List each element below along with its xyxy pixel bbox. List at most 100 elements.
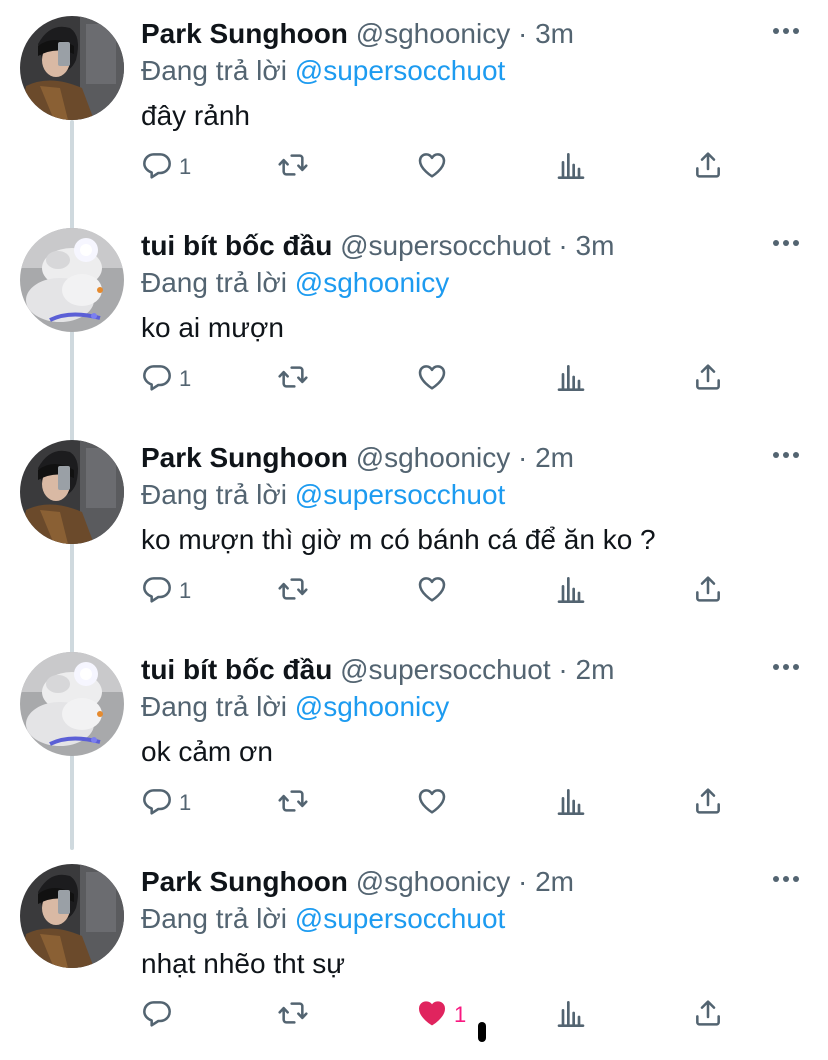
reply-button[interactable] <box>141 993 179 1037</box>
user-handle[interactable]: @sghoonicy <box>356 18 511 49</box>
mention-link[interactable]: @supersocchuot <box>295 479 506 510</box>
heart-icon <box>416 573 448 610</box>
analytics-button[interactable] <box>555 145 587 189</box>
retweet-button[interactable] <box>277 357 315 401</box>
tweet[interactable]: tui bít bốc đầu @supersocchuot · 2m Đang… <box>0 636 828 848</box>
share-button[interactable] <box>692 781 724 825</box>
avatar[interactable] <box>20 440 124 544</box>
tweet-header: Park Sunghoon @sghoonicy · 2m <box>141 439 808 477</box>
heart-icon <box>416 997 448 1034</box>
replying-to: Đang trả lời @supersocchuot <box>141 52 808 90</box>
tweet-actions: 1 <box>141 781 741 825</box>
like-button[interactable] <box>416 569 454 613</box>
separator-dot: · <box>517 866 528 897</box>
replying-to-label: Đang trả lời <box>141 691 287 722</box>
user-handle[interactable]: @sghoonicy <box>356 442 511 473</box>
retweet-icon <box>277 997 309 1034</box>
tweet[interactable]: tui bít bốc đầu @supersocchuot · 3m Đang… <box>0 212 828 424</box>
tweet-actions: 1 <box>141 993 741 1037</box>
retweet-button[interactable] <box>277 993 315 1037</box>
share-button[interactable] <box>692 357 724 401</box>
tweet-actions: 1 <box>141 145 741 189</box>
retweet-button[interactable] <box>277 569 315 613</box>
analytics-icon <box>555 997 587 1034</box>
like-count: 1 <box>454 1002 467 1027</box>
tweet-content: Park Sunghoon @sghoonicy · 2m Đang trả l… <box>141 439 808 560</box>
like-button[interactable] <box>416 781 454 825</box>
separator-dot: · <box>517 442 528 473</box>
reply-button[interactable]: 1 <box>141 357 191 401</box>
tweet[interactable]: Park Sunghoon @sghoonicy · 2m Đang trả l… <box>0 424 828 636</box>
user-handle[interactable]: @sghoonicy <box>356 866 511 897</box>
mention-link[interactable]: @supersocchuot <box>295 55 506 86</box>
analytics-icon <box>555 573 587 610</box>
reply-count: 1 <box>179 154 192 179</box>
reply-icon <box>141 997 173 1034</box>
share-icon <box>692 997 724 1034</box>
share-button[interactable] <box>692 993 724 1037</box>
display-name[interactable]: Park Sunghoon <box>141 866 348 897</box>
share-icon <box>692 361 724 398</box>
retweet-button[interactable] <box>277 145 315 189</box>
analytics-button[interactable] <box>555 357 587 401</box>
mention-link[interactable]: @sghoonicy <box>295 691 450 722</box>
more-icon[interactable] <box>772 23 800 34</box>
heart-icon <box>416 361 448 398</box>
tweet-text: ko ai mượn <box>141 312 284 343</box>
analytics-button[interactable] <box>555 569 587 613</box>
reply-count: 1 <box>179 366 192 391</box>
retweet-icon <box>277 573 309 610</box>
retweet-icon <box>277 149 309 186</box>
replying-to-label: Đang trả lời <box>141 903 287 934</box>
display-name[interactable]: tui bít bốc đầu <box>141 654 332 685</box>
timestamp[interactable]: 2m <box>535 866 574 897</box>
user-handle[interactable]: @supersocchuot <box>340 230 551 261</box>
mention-link[interactable]: @sghoonicy <box>295 267 450 298</box>
avatar[interactable] <box>20 652 124 756</box>
timestamp[interactable]: 3m <box>535 18 574 49</box>
replying-to: Đang trả lời @sghoonicy <box>141 264 808 302</box>
user-handle[interactable]: @supersocchuot <box>340 654 551 685</box>
display-name[interactable]: Park Sunghoon <box>141 442 348 473</box>
more-icon[interactable] <box>772 659 800 670</box>
analytics-icon <box>555 785 587 822</box>
avatar[interactable] <box>20 16 124 120</box>
timestamp[interactable]: 2m <box>576 654 615 685</box>
share-icon <box>692 149 724 186</box>
tweet[interactable]: Park Sunghoon @sghoonicy · 2m Đang trả l… <box>0 848 828 1060</box>
reply-button[interactable]: 1 <box>141 569 191 613</box>
reply-count: 1 <box>179 790 192 815</box>
more-icon[interactable] <box>772 447 800 458</box>
like-button[interactable] <box>416 357 454 401</box>
share-button[interactable] <box>692 145 724 189</box>
retweet-button[interactable] <box>277 781 315 825</box>
timestamp[interactable]: 3m <box>576 230 615 261</box>
reply-button[interactable]: 1 <box>141 145 191 189</box>
timestamp[interactable]: 2m <box>535 442 574 473</box>
tweet-actions: 1 <box>141 357 741 401</box>
reply-button[interactable]: 1 <box>141 781 191 825</box>
avatar[interactable] <box>20 864 124 968</box>
share-icon <box>692 573 724 610</box>
tweet-content: Park Sunghoon @sghoonicy · 3m Đang trả l… <box>141 15 808 136</box>
more-icon[interactable] <box>772 871 800 882</box>
tweet-header: Park Sunghoon @sghoonicy · 2m <box>141 863 808 901</box>
analytics-button[interactable] <box>555 993 587 1037</box>
avatar[interactable] <box>20 228 124 332</box>
reply-icon <box>141 573 173 610</box>
share-button[interactable] <box>692 569 724 613</box>
tweet-content: Park Sunghoon @sghoonicy · 2m Đang trả l… <box>141 863 808 984</box>
display-name[interactable]: tui bít bốc đầu <box>141 230 332 261</box>
more-icon[interactable] <box>772 235 800 246</box>
like-button[interactable] <box>416 145 454 189</box>
like-button[interactable]: 1 <box>416 993 466 1037</box>
replying-to: Đang trả lời @supersocchuot <box>141 476 808 514</box>
mention-link[interactable]: @supersocchuot <box>295 903 506 934</box>
display-name[interactable]: Park Sunghoon <box>141 18 348 49</box>
tweet-header: tui bít bốc đầu @supersocchuot · 3m <box>141 227 808 265</box>
tweet-content: tui bít bốc đầu @supersocchuot · 2m Đang… <box>141 651 808 772</box>
analytics-button[interactable] <box>555 781 587 825</box>
reply-icon <box>141 361 173 398</box>
tweet[interactable]: Park Sunghoon @sghoonicy · 3m Đang trả l… <box>0 0 828 212</box>
tweet-text: nhạt nhẽo tht sự <box>141 948 345 979</box>
